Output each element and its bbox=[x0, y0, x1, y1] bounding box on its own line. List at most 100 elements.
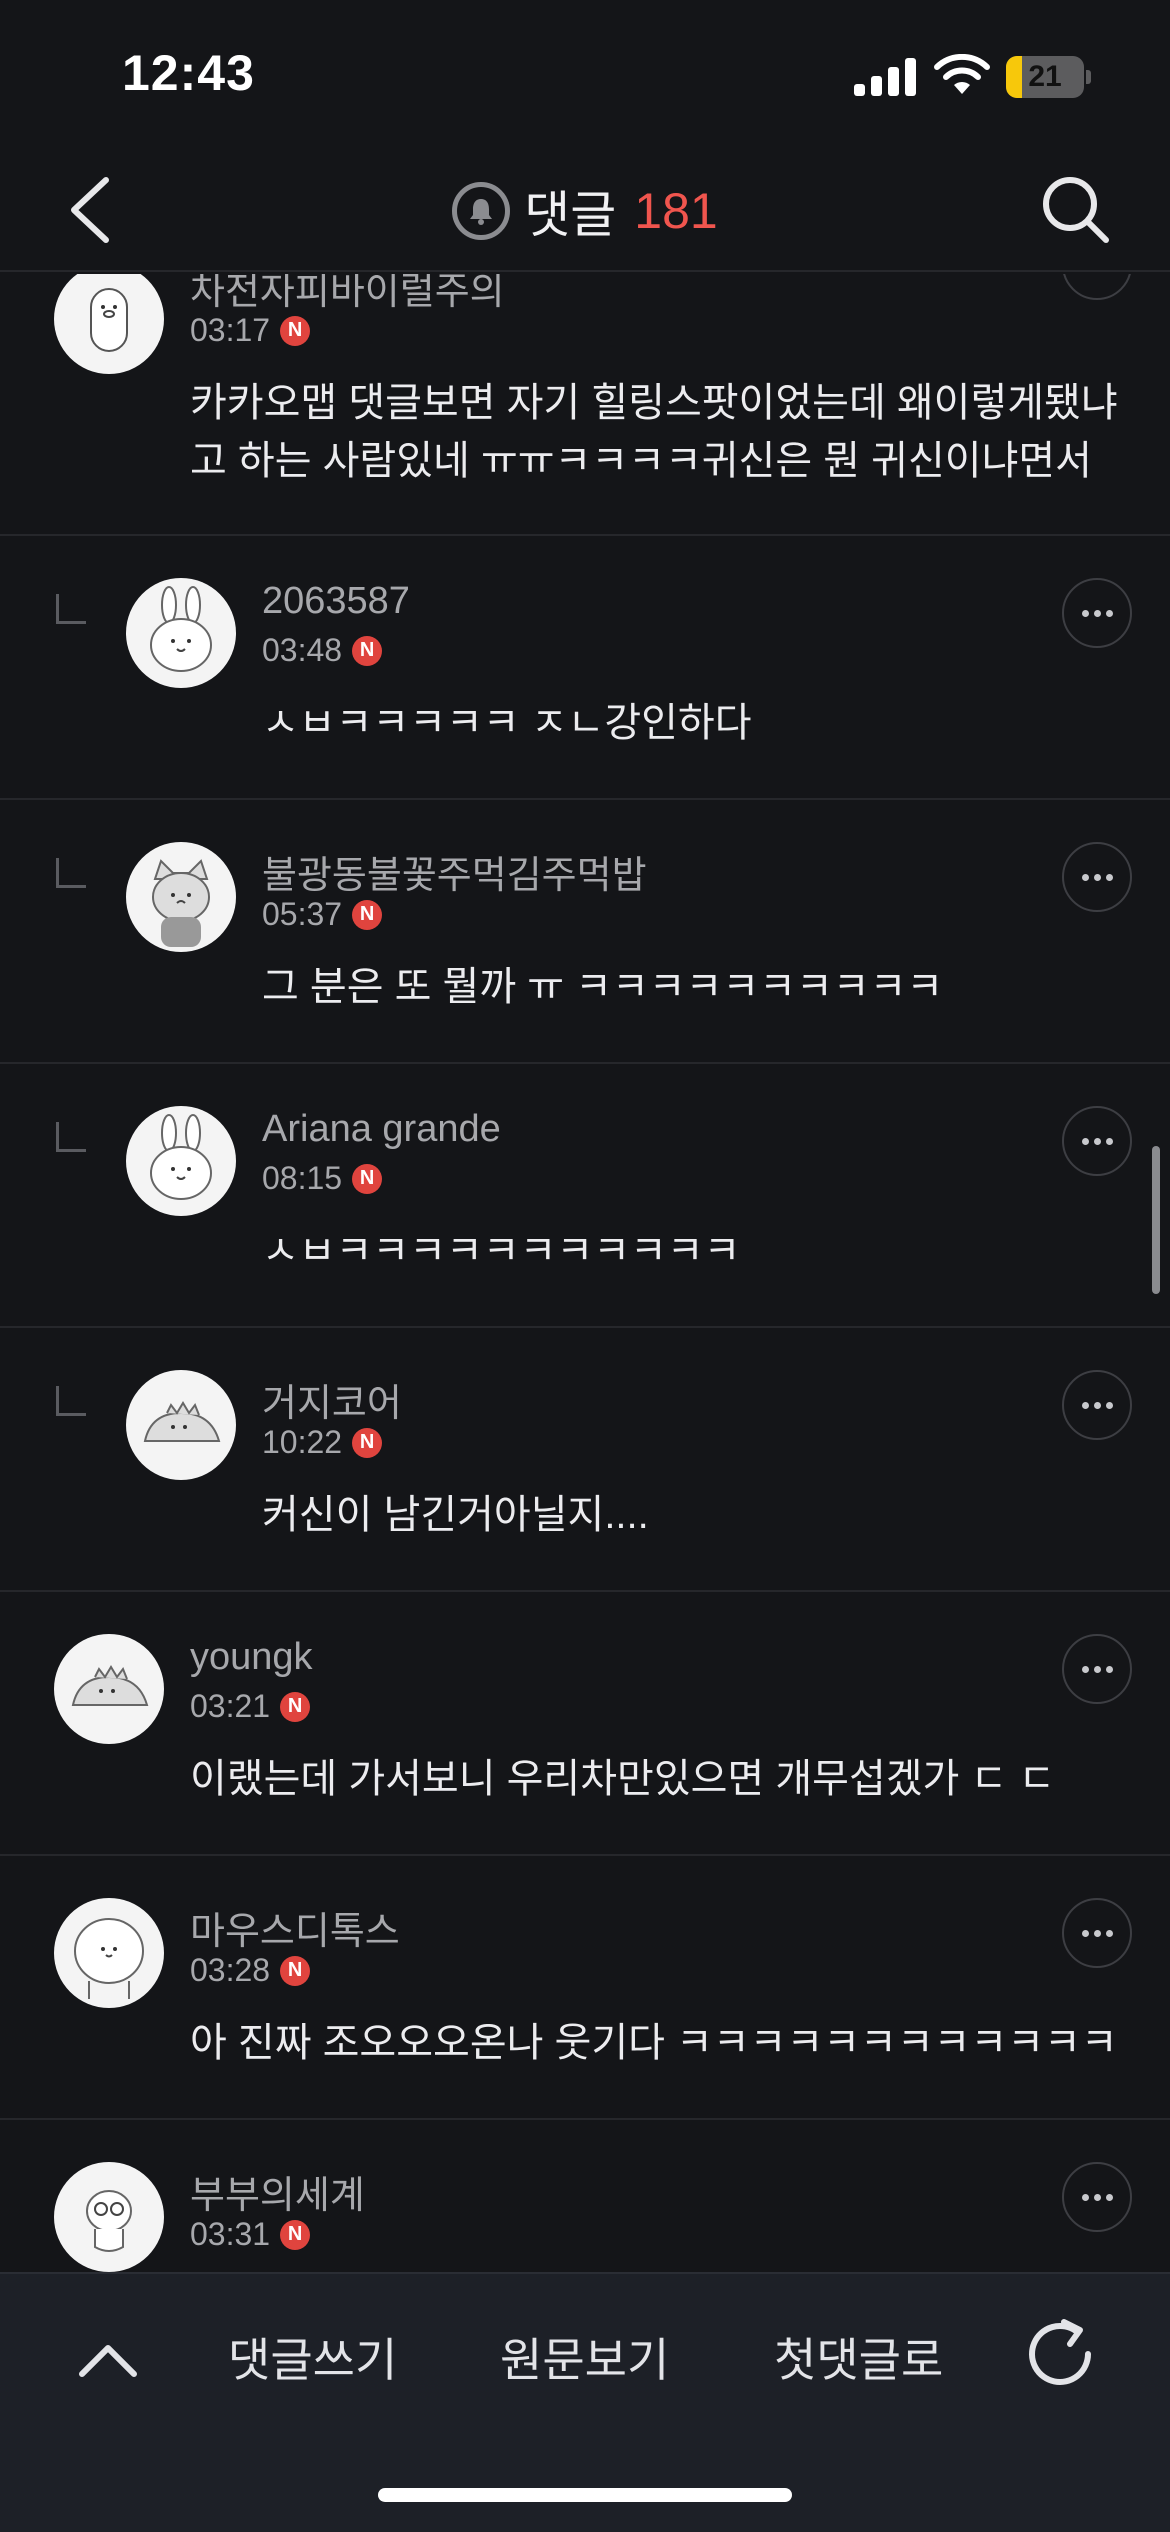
comment-author[interactable]: 거지코어 bbox=[262, 1372, 402, 1427]
avatar-icon bbox=[74, 1918, 144, 1999]
avatar[interactable] bbox=[126, 1370, 236, 1480]
view-original-button[interactable]: 원문보기 bbox=[500, 2324, 669, 2390]
reply-indicator-icon bbox=[56, 594, 86, 624]
more-icon bbox=[1105, 2193, 1113, 2201]
comment-item: 차전자피바이럴주의 03:17 N 카카오맵 댓글보면 자기 힐링스팟이었는데 … bbox=[0, 274, 1170, 536]
avatar-icon bbox=[90, 288, 128, 352]
more-icon bbox=[1093, 1929, 1101, 1937]
home-indicator[interactable] bbox=[378, 2488, 792, 2502]
write-comment-button[interactable]: 댓글쓰기 bbox=[228, 2324, 397, 2390]
more-button[interactable] bbox=[1062, 578, 1132, 648]
notification-toggle[interactable] bbox=[452, 182, 511, 240]
new-badge: N bbox=[280, 2219, 311, 2250]
more-button[interactable] bbox=[1062, 1106, 1132, 1176]
avatar-icon bbox=[71, 1665, 149, 1706]
bell-icon bbox=[470, 199, 493, 225]
reply-indicator-icon bbox=[56, 1122, 86, 1152]
comment-text: 그 분은 또 뭘까 ㅠ ㅋㅋㅋㅋㅋㅋㅋㅋㅋㅋ bbox=[262, 965, 944, 1009]
more-icon bbox=[1081, 1137, 1089, 1145]
more-icon bbox=[1081, 873, 1089, 881]
battery-body: 21 bbox=[1006, 56, 1084, 98]
comment-text: 이랬는데 가서보니 우리차만있으면 개무섭겠가 ㄷ ㄷ bbox=[190, 1757, 1056, 1801]
more-icon bbox=[1105, 1665, 1113, 1673]
more-icon bbox=[1093, 1665, 1101, 1673]
comment-item: 마우스디톡스 03:28 N 아 진짜 조오오오온나 웃기다 ㅋㅋㅋㅋㅋㅋㅋㅋㅋ… bbox=[0, 1856, 1170, 2120]
avatar[interactable] bbox=[54, 1898, 164, 2008]
status-bar: 12:43 21 bbox=[0, 0, 1170, 150]
more-icon bbox=[1105, 1137, 1113, 1145]
comment-item: 불광동불꽃주먹김주먹밥 05:37 N 그 분은 또 뭘까 ㅠ ㅋㅋㅋㅋㅋㅋㅋㅋ… bbox=[0, 800, 1170, 1064]
comment-meta: 03:28 N bbox=[190, 1952, 311, 1989]
comment-author[interactable]: 불광동불꽃주먹김주먹밥 bbox=[262, 844, 647, 899]
comment-author[interactable]: 차전자피바이럴주의 bbox=[190, 274, 505, 315]
wifi-icon bbox=[934, 54, 990, 94]
cellular-signal-icon bbox=[854, 58, 916, 96]
avatar-icon bbox=[152, 859, 210, 947]
comment-meta: 08:15 N bbox=[262, 1160, 383, 1197]
avatar[interactable] bbox=[126, 842, 236, 952]
comment-author[interactable]: Ariana grande bbox=[262, 1108, 501, 1151]
comment-text: 커신이 남긴거아닐지.... bbox=[262, 1493, 649, 1537]
avatar-icon bbox=[150, 1114, 212, 1200]
avatar[interactable] bbox=[54, 274, 164, 374]
avatar[interactable] bbox=[126, 578, 236, 688]
comment-count: 181 bbox=[634, 183, 718, 239]
comment-meta: 03:17 N bbox=[190, 312, 311, 349]
new-badge: N bbox=[280, 1691, 311, 1722]
comment-time: 03:31 bbox=[190, 2216, 271, 2252]
comment-item: youngk 03:21 N 이랬는데 가서보니 우리차만있으면 개무섭겠가 ㄷ… bbox=[0, 1592, 1170, 1856]
status-time: 12:43 bbox=[122, 45, 255, 101]
more-icon bbox=[1105, 873, 1113, 881]
reply-indicator-icon bbox=[56, 858, 86, 888]
more-button[interactable] bbox=[1062, 1898, 1132, 1968]
comment-item: 거지코어 10:22 N 커신이 남긴거아닐지.... bbox=[0, 1328, 1170, 1592]
comment-meta: 03:21 N bbox=[190, 1688, 311, 1725]
new-badge: N bbox=[280, 315, 311, 346]
more-button[interactable] bbox=[1062, 842, 1132, 912]
more-button[interactable] bbox=[1062, 2162, 1132, 2232]
comment-time: 03:17 bbox=[190, 312, 271, 348]
comment-time: 08:15 bbox=[262, 1160, 343, 1196]
comment-text: ㅅㅂㅋㅋㅋㅋㅋㅋㅋㅋㅋㅋㅋ bbox=[262, 1229, 741, 1273]
scrollbar[interactable] bbox=[1152, 1146, 1160, 1294]
avatar-icon bbox=[150, 586, 212, 672]
chevron-up-icon[interactable] bbox=[70, 2330, 146, 2390]
comment-meta: 05:37 N bbox=[262, 896, 383, 933]
more-icon bbox=[1081, 609, 1089, 617]
comment-author[interactable]: 마우스디톡스 bbox=[190, 1900, 400, 1955]
comment-time: 03:21 bbox=[190, 1688, 271, 1724]
refresh-icon[interactable] bbox=[1022, 2314, 1102, 2394]
new-badge: N bbox=[280, 1955, 311, 1986]
battery-tip bbox=[1086, 70, 1091, 84]
more-button[interactable] bbox=[1062, 1370, 1132, 1440]
avatar[interactable] bbox=[126, 1106, 236, 1216]
battery-level: 21 bbox=[1028, 60, 1062, 93]
comment-item: Ariana grande 08:15 N ㅅㅂㅋㅋㅋㅋㅋㅋㅋㅋㅋㅋㅋ bbox=[0, 1064, 1170, 1328]
comment-author[interactable]: 2063587 bbox=[262, 580, 410, 623]
more-button[interactable] bbox=[1062, 1634, 1132, 1704]
battery-indicator: 21 bbox=[1006, 56, 1091, 98]
more-icon bbox=[1093, 873, 1101, 881]
comment-text: 카카오맵 댓글보면 자기 힐링스팟이었는데 왜이렇게됐냐 고 하는 사람있네 ㅠ… bbox=[190, 381, 1118, 483]
more-button[interactable] bbox=[1062, 274, 1132, 300]
comment-time: 10:22 bbox=[262, 1424, 343, 1460]
new-badge: N bbox=[352, 1163, 383, 1194]
more-icon bbox=[1093, 1401, 1101, 1409]
search-icon[interactable] bbox=[1036, 170, 1116, 250]
comment-time: 03:28 bbox=[190, 1952, 271, 1988]
more-icon bbox=[1105, 609, 1113, 617]
more-icon bbox=[1093, 2193, 1101, 2201]
comment-author[interactable]: 부부의세계 bbox=[190, 2164, 365, 2219]
avatar[interactable] bbox=[54, 2162, 164, 2272]
more-icon bbox=[1093, 1137, 1101, 1145]
comment-author[interactable]: youngk bbox=[190, 1636, 313, 1679]
avatar[interactable] bbox=[54, 1634, 164, 1744]
new-badge: N bbox=[352, 1427, 383, 1458]
new-badge: N bbox=[352, 899, 383, 930]
first-comment-button[interactable]: 첫댓글로 bbox=[774, 2324, 943, 2390]
comment-item: 부부의세계 03:31 N bbox=[0, 2120, 1170, 2272]
more-icon bbox=[1105, 1401, 1113, 1409]
comment-list[interactable]: 차전자피바이럴주의 03:17 N 카카오맵 댓글보면 자기 힐링스팟이었는데 … bbox=[0, 274, 1170, 2272]
comment-text: 아 진짜 조오오오온나 웃기다 ㅋㅋㅋㅋㅋㅋㅋㅋㅋㅋㅋㅋ bbox=[190, 2021, 1118, 2065]
avatar-icon bbox=[143, 1401, 221, 1442]
